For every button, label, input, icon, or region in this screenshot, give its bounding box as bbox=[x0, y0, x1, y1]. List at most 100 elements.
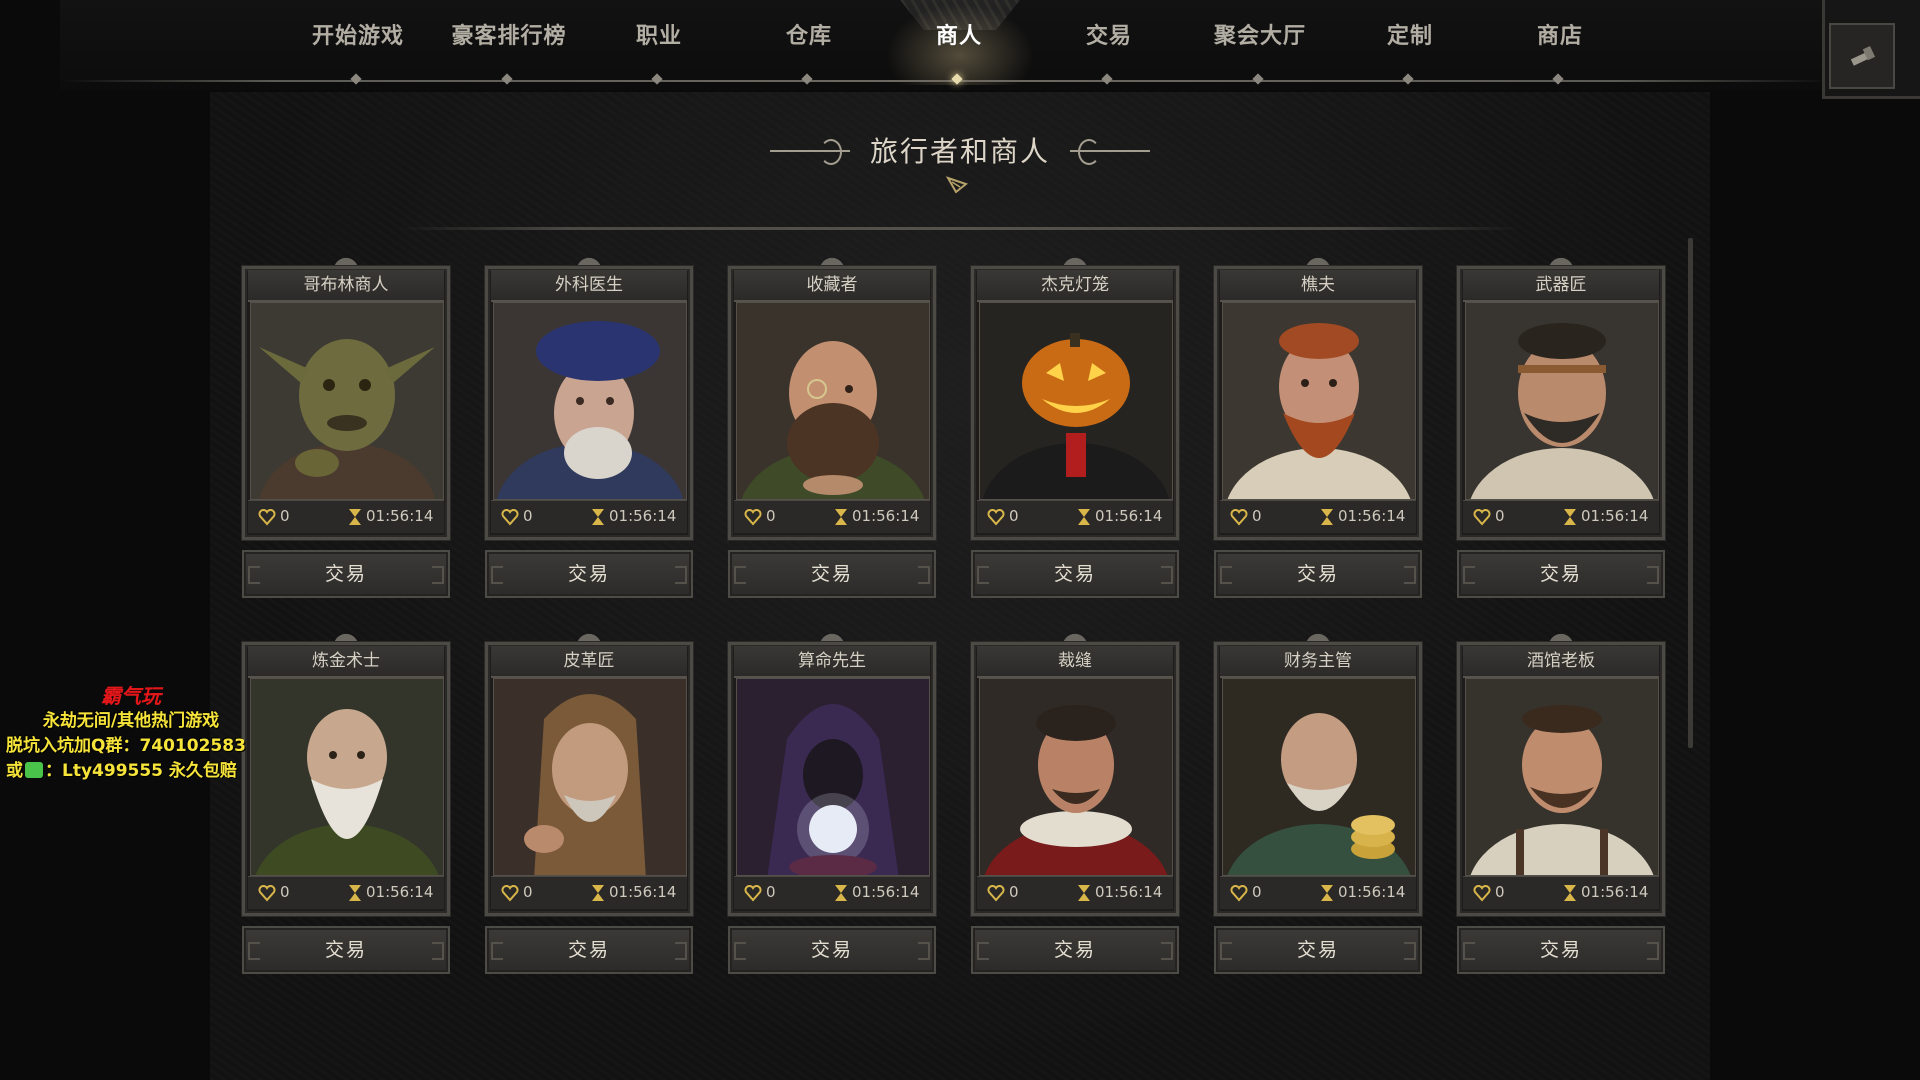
merchant-card[interactable]: 酒馆老板 0 01:56:14 bbox=[1457, 626, 1665, 916]
refresh-timer: 01:56:14 bbox=[1338, 883, 1406, 901]
tab-pip bbox=[1402, 73, 1414, 85]
merchant-card[interactable]: 武器匠 0 01:56:14 bbox=[1457, 250, 1665, 540]
trade-button[interactable]: 交易 bbox=[485, 926, 693, 974]
affinity-value: 0 bbox=[280, 507, 290, 525]
card-stats: 0 01:56:14 bbox=[248, 876, 444, 909]
heart-icon bbox=[1473, 509, 1491, 526]
hourglass-icon bbox=[1321, 885, 1333, 901]
tab-leaderboard[interactable]: 豪客排行榜 bbox=[434, 18, 584, 85]
affinity-value: 0 bbox=[766, 507, 776, 525]
trade-button[interactable]: 交易 bbox=[485, 550, 693, 598]
refresh-timer: 01:56:14 bbox=[366, 883, 434, 901]
tab-pip bbox=[350, 73, 362, 85]
card-stats: 0 01:56:14 bbox=[977, 500, 1173, 533]
flashlight-button[interactable] bbox=[1829, 23, 1895, 89]
card-stats: 0 01:56:14 bbox=[1220, 876, 1416, 909]
merchant-card[interactable]: 外科医生 0 01:56:14 bbox=[485, 250, 693, 540]
card-stats: 0 01:56:14 bbox=[734, 500, 930, 533]
tab-start-game[interactable]: 开始游戏 bbox=[283, 18, 433, 85]
overlay-line: 或 ：Lty499555 永久包赔 bbox=[6, 759, 266, 784]
hourglass-icon bbox=[1078, 885, 1090, 901]
trade-button[interactable]: 交易 bbox=[1214, 550, 1422, 598]
merchant-card[interactable]: 收藏者 0 01:56:14 bbox=[728, 250, 936, 540]
trade-button[interactable]: 交易 bbox=[1214, 926, 1422, 974]
treasurer-portrait bbox=[1222, 678, 1416, 876]
collector-portrait bbox=[736, 302, 930, 500]
heart-icon bbox=[258, 509, 276, 526]
card-stats: 0 01:56:14 bbox=[1463, 876, 1659, 909]
tab-stash[interactable]: 仓库 bbox=[734, 18, 884, 85]
heart-icon bbox=[258, 885, 276, 902]
tab-label: 开始游戏 bbox=[311, 24, 404, 49]
affinity-value: 0 bbox=[1009, 883, 1019, 901]
card-stats: 0 01:56:14 bbox=[1220, 500, 1416, 533]
surgeon-portrait bbox=[493, 302, 687, 500]
affinity-value: 0 bbox=[280, 883, 290, 901]
merchant-name: 外科医生 bbox=[555, 275, 623, 295]
page-title: 旅行者和商人 bbox=[869, 135, 1050, 168]
heart-icon bbox=[1230, 885, 1248, 902]
merchant-name: 杰克灯笼 bbox=[1041, 275, 1109, 295]
merchant-name: 算命先生 bbox=[798, 651, 866, 671]
tab-label: 定制 bbox=[1386, 24, 1433, 49]
title-ornament-left bbox=[770, 139, 850, 165]
tab-label: 聚会大厅 bbox=[1213, 24, 1306, 49]
trade-button[interactable]: 交易 bbox=[242, 550, 450, 598]
tab-label: 商人 bbox=[935, 24, 982, 49]
wechat-icon bbox=[25, 762, 43, 778]
merchant-name: 炼金术士 bbox=[312, 651, 380, 671]
tab-gathering-hall[interactable]: 聚会大厅 bbox=[1185, 18, 1335, 85]
tab-merchants[interactable]: 商人 bbox=[884, 18, 1034, 85]
affinity-value: 0 bbox=[523, 507, 533, 525]
promo-overlay: 霸气玩 永劫无间/其他热门游戏 脱坑入坑加Q群：740102583 或 ：Lty4… bbox=[6, 680, 266, 784]
refresh-timer: 01:56:14 bbox=[1095, 883, 1163, 901]
tab-customize[interactable]: 定制 bbox=[1335, 18, 1485, 85]
card-stats: 0 01:56:14 bbox=[491, 500, 687, 533]
top-navigation: 开始游戏 豪客排行榜 职业 仓库 商人 交易 聚会大厅 定制 商店 bbox=[60, 0, 1830, 90]
refresh-timer: 01:56:14 bbox=[609, 507, 677, 525]
title-ornament-right bbox=[1070, 139, 1150, 165]
trade-button[interactable]: 交易 bbox=[728, 926, 936, 974]
tab-class[interactable]: 职业 bbox=[584, 18, 734, 85]
merchant-card[interactable]: 樵夫 0 01:56:14 bbox=[1214, 250, 1422, 540]
tab-trade[interactable]: 交易 bbox=[1034, 18, 1184, 85]
header-divider bbox=[400, 227, 1520, 230]
woodsman-portrait bbox=[1222, 302, 1416, 500]
overlay-prefix: 或 bbox=[6, 761, 23, 781]
tab-shop[interactable]: 商店 bbox=[1485, 18, 1635, 85]
refresh-timer: 01:56:14 bbox=[609, 883, 677, 901]
heart-icon bbox=[501, 885, 519, 902]
hourglass-icon bbox=[349, 509, 361, 525]
merchant-name: 酒馆老板 bbox=[1527, 651, 1595, 671]
trade-button[interactable]: 交易 bbox=[242, 926, 450, 974]
refresh-timer: 01:56:14 bbox=[1581, 883, 1649, 901]
overlay-suffix: ：Lty499555 永久包赔 bbox=[45, 761, 237, 781]
trade-button[interactable]: 交易 bbox=[1457, 926, 1665, 974]
merchant-card[interactable]: 财务主管 0 01:56:14 bbox=[1214, 626, 1422, 916]
trade-button[interactable]: 交易 bbox=[971, 550, 1179, 598]
merchant-card[interactable]: 杰克灯笼 0 01:56:14 bbox=[971, 250, 1179, 540]
merchant-name: 武器匠 bbox=[1535, 275, 1587, 295]
trade-button[interactable]: 交易 bbox=[728, 550, 936, 598]
merchant-name: 哥布林商人 bbox=[303, 275, 389, 295]
flashlight-icon bbox=[1850, 46, 1876, 66]
nav-rail bbox=[60, 80, 1830, 82]
merchant-card[interactable]: 哥布林商人 0 01:56:14 bbox=[242, 250, 450, 540]
tab-pip bbox=[651, 73, 663, 85]
tab-pip bbox=[1552, 73, 1564, 85]
scrollbar[interactable] bbox=[1688, 238, 1693, 748]
trade-button[interactable]: 交易 bbox=[1457, 550, 1665, 598]
hourglass-icon bbox=[592, 885, 604, 901]
trade-button[interactable]: 交易 bbox=[971, 926, 1179, 974]
tab-pip bbox=[1252, 73, 1264, 85]
hourglass-icon bbox=[349, 885, 361, 901]
card-stats: 0 01:56:14 bbox=[1463, 500, 1659, 533]
merchant-card[interactable]: 炼金术士 0 01:56:14 bbox=[242, 626, 450, 916]
card-stats: 0 01:56:14 bbox=[734, 876, 930, 909]
overlay-line: 永劫无间/其他热门游戏 bbox=[42, 711, 220, 731]
merchant-card[interactable]: 裁缝 0 01:56:14 bbox=[971, 626, 1179, 916]
merchant-card[interactable]: 算命先生 0 01:56:14 bbox=[728, 626, 936, 916]
refresh-timer: 01:56:14 bbox=[1095, 507, 1163, 525]
merchant-card[interactable]: 皮革匠 0 01:56:14 bbox=[485, 626, 693, 916]
card-stats: 0 01:56:14 bbox=[248, 500, 444, 533]
